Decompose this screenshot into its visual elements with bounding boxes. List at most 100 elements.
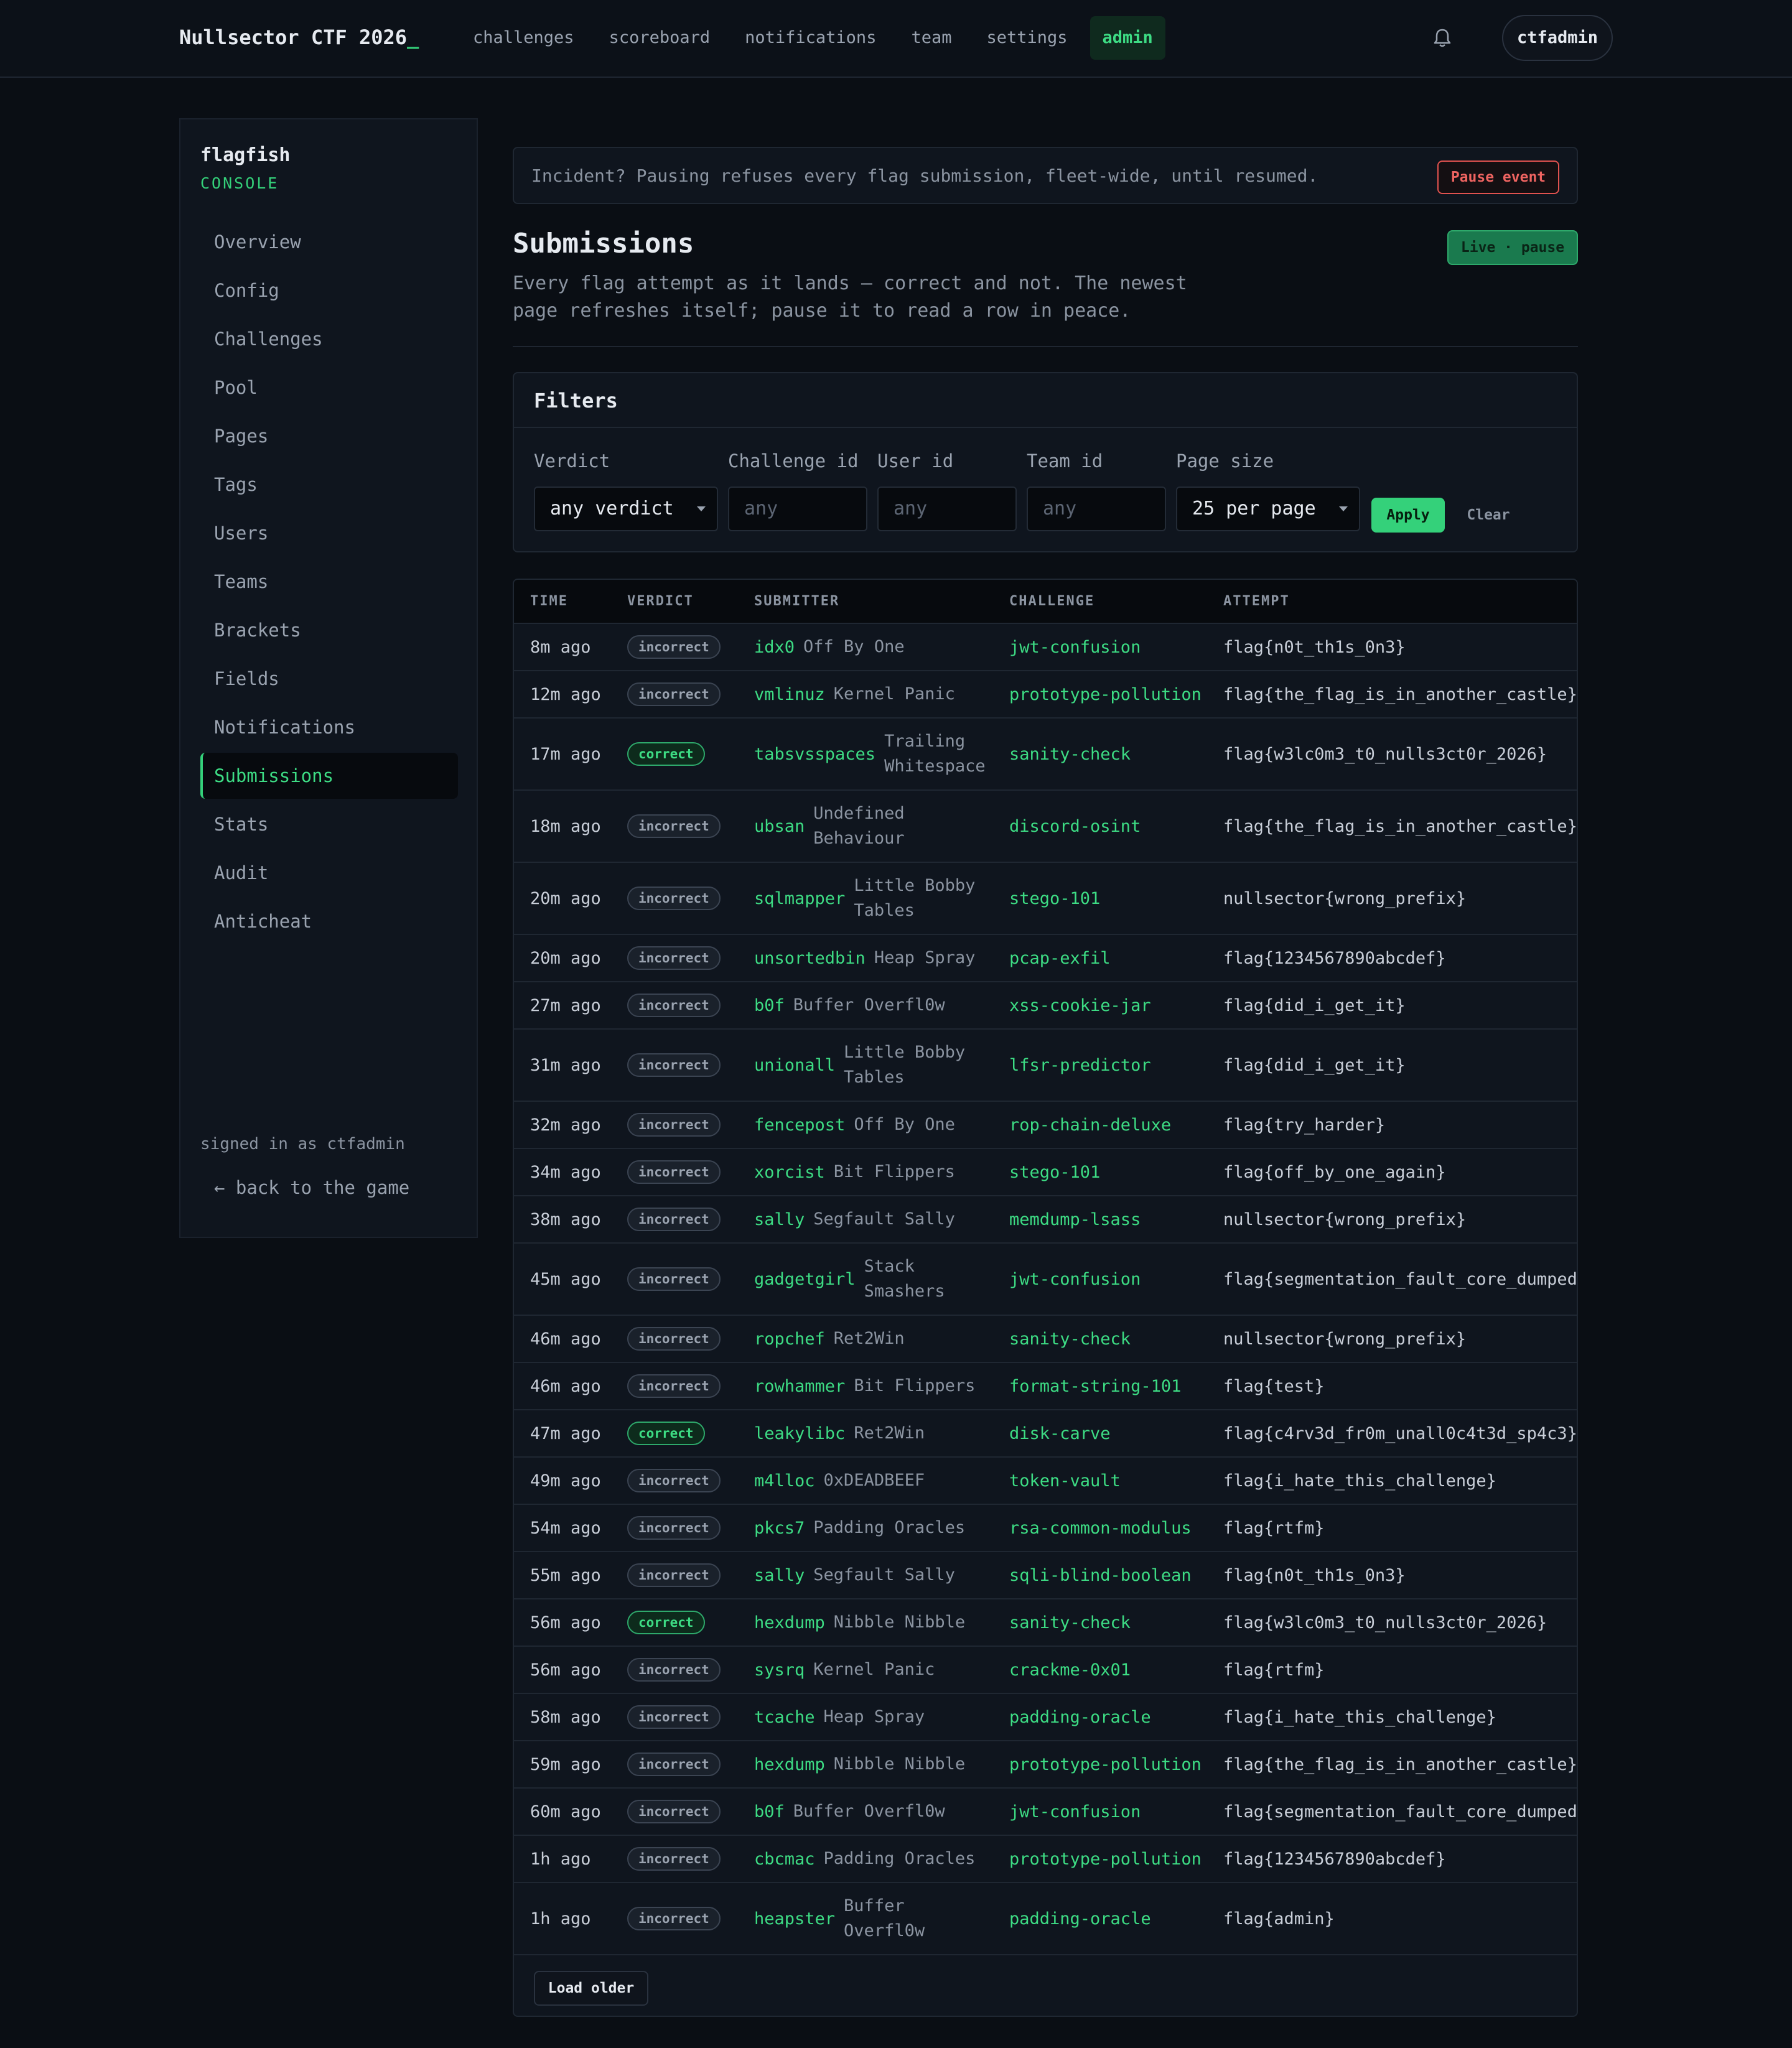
nav-challenges[interactable]: challenges (460, 16, 587, 60)
submitter-handle-link[interactable]: ubsan (754, 817, 805, 836)
challenge-link[interactable]: discord-osint (1009, 817, 1141, 836)
challenge-link[interactable]: xss-cookie-jar (1009, 996, 1151, 1015)
submitter-handle-link[interactable]: sysrq (754, 1660, 805, 1680)
live-pause-button[interactable]: Live · pause (1447, 230, 1578, 265)
table-row[interactable]: 31m ago incorrect unionall Little Bobby Tab… (514, 1029, 1577, 1102)
nav-scoreboard[interactable]: scoreboard (597, 16, 723, 60)
submitter-handle-link[interactable]: leakylibc (754, 1424, 845, 1443)
submitter-handle-link[interactable]: unsortedbin (754, 949, 866, 968)
challenge-link[interactable]: sanity-check (1009, 1613, 1131, 1632)
table-row[interactable]: 56m ago correct hexdump Nibble Nibble sanity… (514, 1599, 1577, 1647)
table-row[interactable]: 46m ago incorrect rowhammer Bit Flippers for… (514, 1362, 1577, 1410)
submitter-handle-link[interactable]: tabsvsspaces (754, 745, 875, 764)
challenge-link[interactable]: jwt-confusion (1009, 1270, 1141, 1289)
challenge-link[interactable]: rsa-common-modulus (1009, 1519, 1192, 1538)
nav-admin[interactable]: admin (1090, 16, 1165, 60)
sidebar-item-fields[interactable]: Fields (200, 656, 458, 702)
challenge-link[interactable]: crackme-0x01 (1009, 1660, 1131, 1680)
table-row[interactable]: 54m ago incorrect pkcs7 Padding Oracles rsa-… (514, 1504, 1577, 1552)
sidebar-item-teams[interactable]: Teams (200, 559, 458, 605)
user-menu-button[interactable]: ctfadmin (1502, 15, 1613, 61)
sidebar-item-submissions[interactable]: Submissions (200, 753, 458, 799)
challenge-link[interactable]: token-vault (1009, 1471, 1121, 1491)
challenge-link[interactable]: stego-101 (1009, 1163, 1100, 1182)
challenge-link[interactable]: sqli-blind-boolean (1009, 1566, 1192, 1585)
challenge-link[interactable]: rop-chain-deluxe (1009, 1115, 1171, 1135)
table-row[interactable]: 27m ago incorrect b0f Buffer Overfl0w xss-co… (514, 982, 1577, 1030)
submitter-handle-link[interactable]: hexdump (754, 1755, 825, 1774)
table-row[interactable]: 59m ago incorrect hexdump Nibble Nibble prot… (514, 1741, 1577, 1789)
submitter-handle-link[interactable]: vmlinuz (754, 685, 825, 704)
challenge-link[interactable]: pcap-exfil (1009, 949, 1111, 968)
load-older-button[interactable]: Load older (534, 1971, 648, 2006)
pause-event-button[interactable]: Pause event (1437, 161, 1559, 194)
sidebar-item-users[interactable]: Users (200, 510, 458, 556)
sidebar-item-anticheat[interactable]: Anticheat (200, 898, 458, 944)
submitter-handle-link[interactable]: b0f (754, 1802, 785, 1822)
table-row[interactable]: 45m ago incorrect gadgetgirl Stack Smashers… (514, 1243, 1577, 1316)
verdict-select[interactable]: any verdict (534, 486, 718, 531)
submitter-handle-link[interactable]: pkcs7 (754, 1519, 805, 1538)
table-row[interactable]: 1h ago incorrect heapster Buffer Overfl0w pa… (514, 1883, 1577, 1955)
submitter-handle-link[interactable]: idx0 (754, 638, 795, 657)
table-row[interactable]: 20m ago incorrect sqlmapper Little Bobby Ta… (514, 862, 1577, 935)
challenge-link[interactable]: prototype-pollution (1009, 1850, 1202, 1869)
table-row[interactable]: 58m ago incorrect tcache Heap Spray padding-… (514, 1693, 1577, 1741)
page-size-select[interactable]: 25 per page (1176, 486, 1360, 531)
submitter-handle-link[interactable]: cbcmac (754, 1850, 815, 1869)
submitter-handle-link[interactable]: gadgetgirl (754, 1270, 856, 1289)
sidebar-item-challenges[interactable]: Challenges (200, 316, 458, 362)
challenge-link[interactable]: jwt-confusion (1009, 638, 1141, 657)
submitter-handle-link[interactable]: hexdump (754, 1613, 825, 1632)
table-row[interactable]: 32m ago incorrect fencepost Off By One rop-c… (514, 1101, 1577, 1149)
table-row[interactable]: 55m ago incorrect sally Segfault Sally sqli-… (514, 1552, 1577, 1599)
submitter-handle-link[interactable]: m4lloc (754, 1471, 815, 1491)
submitter-handle-link[interactable]: heapster (754, 1909, 835, 1929)
table-row[interactable]: 38m ago incorrect sally Segfault Sally memdu… (514, 1196, 1577, 1244)
table-row[interactable]: 20m ago incorrect unsortedbin Heap Spray pca… (514, 934, 1577, 982)
table-row[interactable]: 46m ago incorrect ropchef Ret2Win sanity-che… (514, 1315, 1577, 1363)
submitter-handle-link[interactable]: rowhammer (754, 1377, 845, 1396)
nav-settings[interactable]: settings (974, 16, 1080, 60)
submitter-handle-link[interactable]: xorcist (754, 1163, 825, 1182)
sidebar-item-tags[interactable]: Tags (200, 462, 458, 508)
submitter-handle-link[interactable]: ropchef (754, 1329, 825, 1349)
brand-logo[interactable]: Nullsector CTF 2026_ (179, 0, 419, 75)
challenge-link[interactable]: sanity-check (1009, 1329, 1131, 1349)
sidebar-item-overview[interactable]: Overview (200, 219, 458, 265)
nav-notifications[interactable]: notifications (732, 16, 889, 60)
challenge-id-input[interactable]: any (728, 486, 867, 531)
nav-team[interactable]: team (898, 16, 964, 60)
submitter-handle-link[interactable]: fencepost (754, 1115, 845, 1135)
submitter-handle-link[interactable]: sally (754, 1566, 805, 1585)
sidebar-item-pages[interactable]: Pages (200, 413, 458, 459)
challenge-link[interactable]: memdump-lsass (1009, 1210, 1141, 1229)
sidebar-item-audit[interactable]: Audit (200, 850, 458, 896)
sidebar-item-pool[interactable]: Pool (200, 365, 458, 411)
challenge-link[interactable]: jwt-confusion (1009, 1802, 1141, 1822)
table-row[interactable]: 18m ago incorrect ubsan Undefined Behaviour… (514, 790, 1577, 863)
challenge-link[interactable]: prototype-pollution (1009, 1755, 1202, 1774)
clear-button[interactable]: Clear (1457, 498, 1519, 533)
bell-icon[interactable] (1432, 27, 1452, 49)
table-row[interactable]: 12m ago incorrect vmlinuz Kernel Panic proto… (514, 671, 1577, 719)
sidebar-item-config[interactable]: Config (200, 268, 458, 314)
apply-button[interactable]: Apply (1371, 498, 1445, 533)
table-row[interactable]: 49m ago incorrect m4lloc 0xDEADBEEF token-va… (514, 1457, 1577, 1505)
challenge-link[interactable]: sanity-check (1009, 745, 1131, 764)
submitter-handle-link[interactable]: tcache (754, 1708, 815, 1727)
challenge-link[interactable]: prototype-pollution (1009, 685, 1202, 704)
sidebar-item-notifications[interactable]: Notifications (200, 704, 458, 750)
sidebar-item-brackets[interactable]: Brackets (200, 607, 458, 653)
table-row[interactable]: 1h ago incorrect cbcmac Padding Oracles prot… (514, 1835, 1577, 1883)
team-id-input[interactable]: any (1027, 486, 1166, 531)
table-row[interactable]: 8m ago incorrect idx0 Off By One jwt-confusi… (514, 623, 1577, 671)
submitter-handle-link[interactable]: sally (754, 1210, 805, 1229)
table-row[interactable]: 34m ago incorrect xorcist Bit Flippers stego… (514, 1148, 1577, 1196)
table-row[interactable]: 60m ago incorrect b0f Buffer Overfl0w jwt-co… (514, 1788, 1577, 1836)
back-to-game-link[interactable]: ← back to the game (214, 1177, 409, 1198)
challenge-link[interactable]: lfsr-predictor (1009, 1056, 1151, 1075)
table-row[interactable]: 47m ago correct leakylibc Ret2Win disk-carve… (514, 1410, 1577, 1458)
table-row[interactable]: 17m ago correct tabsvsspaces Trailing White… (514, 718, 1577, 791)
submitter-handle-link[interactable]: b0f (754, 996, 785, 1015)
